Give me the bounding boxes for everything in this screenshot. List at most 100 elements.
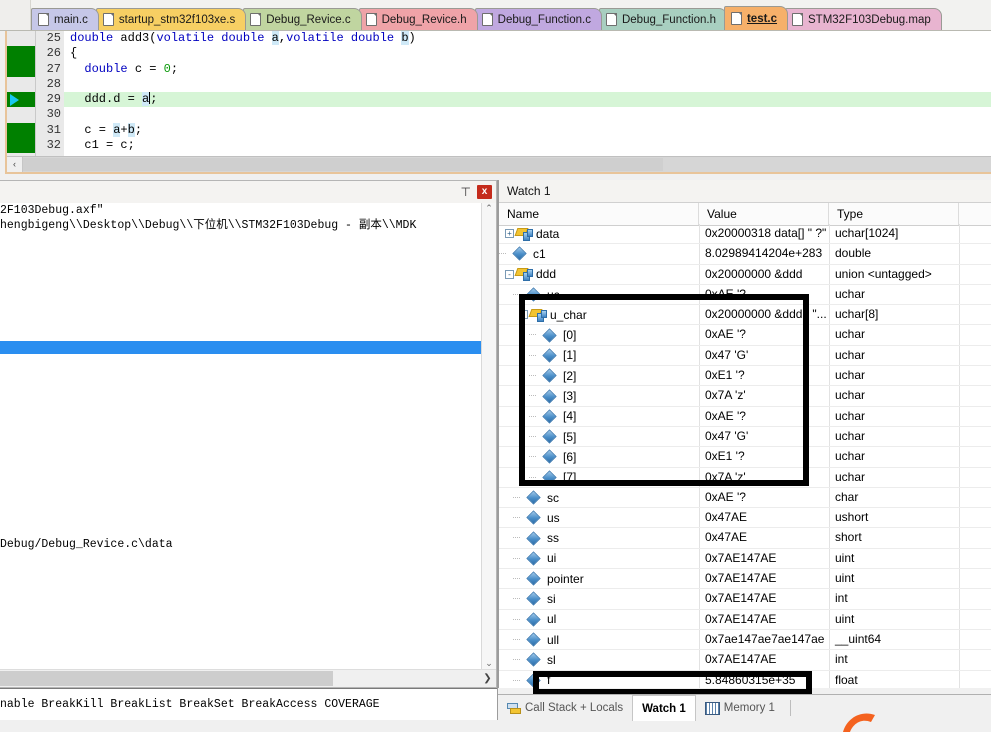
code-line[interactable]: double c = 0;: [64, 62, 991, 77]
close-icon[interactable]: x: [477, 185, 492, 199]
scroll-down-icon[interactable]: ⌄: [485, 658, 493, 669]
watch-row-name-cell[interactable]: [2]: [499, 366, 699, 385]
editor-tab-debug-function-h[interactable]: Debug_Function.h: [599, 8, 727, 30]
watch-variable-value[interactable]: 0x7AE147AE: [699, 610, 829, 629]
watch-row-name-cell[interactable]: ull: [499, 630, 699, 649]
editor-tab-stm32f103debug-map[interactable]: STM32F103Debug.map: [785, 8, 942, 30]
watch-row-name-cell[interactable]: pointer: [499, 569, 699, 588]
tree-expander-icon[interactable]: -: [505, 270, 514, 279]
editor-breakpoint-gutter[interactable]: [7, 31, 36, 157]
column-header-value[interactable]: Value: [699, 203, 829, 225]
breakpoint-marker[interactable]: [7, 138, 35, 153]
watch-row[interactable]: sc0xAE '?char: [499, 488, 991, 508]
watch-variable-value[interactable]: 0x47 'G': [699, 427, 829, 446]
watch-variable-value[interactable]: 0xE1 '?: [699, 366, 829, 385]
watch-row-name-cell[interactable]: [1]: [499, 346, 699, 365]
watch-row[interactable]: -ddd0x20000000 &dddunion <untagged>: [499, 265, 991, 285]
watch-row[interactable]: ull0x7ae147ae7ae147ae__uint64: [499, 630, 991, 650]
editor-tab-test-c[interactable]: test.c: [724, 6, 788, 30]
scroll-up-icon[interactable]: ⌃: [485, 203, 493, 214]
watch-row[interactable]: [7]0x7A 'z'uchar: [499, 468, 991, 488]
watch-variable-value[interactable]: 0xAE '?: [699, 325, 829, 344]
watch-row-name-cell[interactable]: f: [499, 671, 699, 688]
watch-row-name-cell[interactable]: [7]: [499, 468, 699, 487]
debug-tab-memory-1[interactable]: Memory 1: [696, 696, 784, 720]
watch-row[interactable]: c18.02989414204e+283double: [499, 244, 991, 264]
watch-row-name-cell[interactable]: ss: [499, 528, 699, 547]
watch-row[interactable]: ui0x7AE147AEuint: [499, 549, 991, 569]
watch-variable-value[interactable]: 0x7AE147AE: [699, 549, 829, 568]
watch-variable-value[interactable]: 0x7A 'z': [699, 386, 829, 405]
watch-row-name-cell[interactable]: [0]: [499, 325, 699, 344]
watch-row[interactable]: us0x47AEushort: [499, 508, 991, 528]
watch-row[interactable]: uc0xAE '?uchar: [499, 285, 991, 305]
breakpoint-marker[interactable]: [7, 62, 35, 77]
watch-row[interactable]: [4]0xAE '?uchar: [499, 407, 991, 427]
tree-expander-icon[interactable]: +: [505, 229, 514, 238]
watch-variable-value[interactable]: 8.02989414204e+283: [699, 244, 829, 263]
code-editor[interactable]: 2526272829303132 double add3(volatile do…: [7, 31, 991, 157]
watch-variable-value[interactable]: 5.84860315e+35: [699, 671, 829, 688]
scroll-right-icon[interactable]: ❯: [479, 673, 496, 684]
code-line[interactable]: ddd.d = a;: [64, 92, 991, 107]
watch-row-name-cell[interactable]: [5]: [499, 427, 699, 446]
watch-variable-value[interactable]: 0xAE '?: [699, 488, 829, 507]
column-header-type[interactable]: Type: [829, 203, 959, 225]
output-pane-text[interactable]: 2F103Debug.axf" hengbigeng\\Desktop\\Deb…: [0, 203, 482, 669]
watch-row[interactable]: si0x7AE147AEint: [499, 589, 991, 609]
editor-tab-startup-stm32f103xe-s[interactable]: startup_stm32f103xe.s: [96, 8, 246, 30]
watch-row-name-cell[interactable]: [6]: [499, 447, 699, 466]
tree-expander-icon[interactable]: -: [519, 310, 528, 319]
watch-row-name-cell[interactable]: us: [499, 508, 699, 527]
debug-tab-watch-1[interactable]: Watch 1: [632, 695, 696, 721]
editor-tab-debug-revice-c[interactable]: Debug_Revice.c: [243, 8, 361, 30]
watch-variable-value[interactable]: 0x20000318 data[] " ?": [699, 224, 829, 243]
watch-row[interactable]: [0]0xAE '?uchar: [499, 325, 991, 345]
watch-row-name-cell[interactable]: [3]: [499, 386, 699, 405]
watch-variable-value[interactable]: 0x7A 'z': [699, 468, 829, 487]
watch-variable-value[interactable]: 0x7AE147AE: [699, 589, 829, 608]
watch-row-name-cell[interactable]: uc: [499, 285, 699, 304]
watch-row[interactable]: ss0x47AEshort: [499, 528, 991, 548]
watch-variable-value[interactable]: 0x47AE: [699, 508, 829, 527]
watch-row-name-cell[interactable]: ui: [499, 549, 699, 568]
watch-variable-value[interactable]: 0x20000000 &ddd: [699, 265, 829, 284]
code-line[interactable]: {: [64, 46, 991, 61]
editor-hscroll-thumb[interactable]: [23, 158, 663, 171]
output-hscroll-thumb[interactable]: [0, 671, 333, 686]
watch-row[interactable]: sl0x7AE147AEint: [499, 650, 991, 670]
code-line[interactable]: double add3(volatile double a,volatile d…: [64, 31, 991, 46]
watch-variable-value[interactable]: 0x47AE: [699, 528, 829, 547]
watch-row[interactable]: [1]0x47 'G'uchar: [499, 346, 991, 366]
watch-row[interactable]: [3]0x7A 'z'uchar: [499, 386, 991, 406]
command-bar[interactable]: nable BreakKill BreakList BreakSet Break…: [0, 688, 497, 720]
watch-row[interactable]: [6]0xE1 '?uchar: [499, 447, 991, 467]
watch-row-name-cell[interactable]: +data: [499, 224, 699, 243]
watch-row-name-cell[interactable]: c1: [499, 244, 699, 263]
watch-row-name-cell[interactable]: ul: [499, 610, 699, 629]
watch-row-name-cell[interactable]: [4]: [499, 407, 699, 426]
watch-row[interactable]: -u_char0x20000000 &ddd[] "...uchar[8]: [499, 305, 991, 325]
breakpoint-marker[interactable]: [7, 123, 35, 138]
watch-variable-value[interactable]: 0x47 'G': [699, 346, 829, 365]
watch-row-name-cell[interactable]: -ddd: [499, 265, 699, 284]
watch-variable-value[interactable]: 0xAE '?: [699, 285, 829, 304]
watch-variable-value[interactable]: 0xAE '?: [699, 407, 829, 426]
debug-tab-call-stack-locals[interactable]: Call Stack + Locals: [498, 696, 632, 720]
watch-variable-value[interactable]: 0x7AE147AE: [699, 569, 829, 588]
watch-row[interactable]: [5]0x47 'G'uchar: [499, 427, 991, 447]
output-horizontal-scrollbar[interactable]: ❯: [0, 669, 496, 687]
watch-row-name-cell[interactable]: sc: [499, 488, 699, 507]
watch-row[interactable]: pointer0x7AE147AEuint: [499, 569, 991, 589]
watch-variable-value[interactable]: 0x20000000 &ddd[] "...: [699, 305, 829, 324]
column-header-name[interactable]: Name: [499, 203, 699, 225]
editor-tab-debug-function-c[interactable]: Debug_Function.c: [475, 8, 602, 30]
watch-row-name-cell[interactable]: si: [499, 589, 699, 608]
code-line[interactable]: [64, 77, 991, 92]
watch-row[interactable]: ul0x7AE147AEuint: [499, 610, 991, 630]
watch-row-name-cell[interactable]: sl: [499, 650, 699, 669]
watch-row[interactable]: +data0x20000318 data[] " ?"uchar[1024]: [499, 224, 991, 244]
watch-variable-list[interactable]: +data0x20000318 data[] " ?"uchar[1024]c1…: [499, 224, 991, 688]
code-line[interactable]: c1 = c;: [64, 138, 991, 153]
watch-variable-value[interactable]: 0x7AE147AE: [699, 650, 829, 669]
